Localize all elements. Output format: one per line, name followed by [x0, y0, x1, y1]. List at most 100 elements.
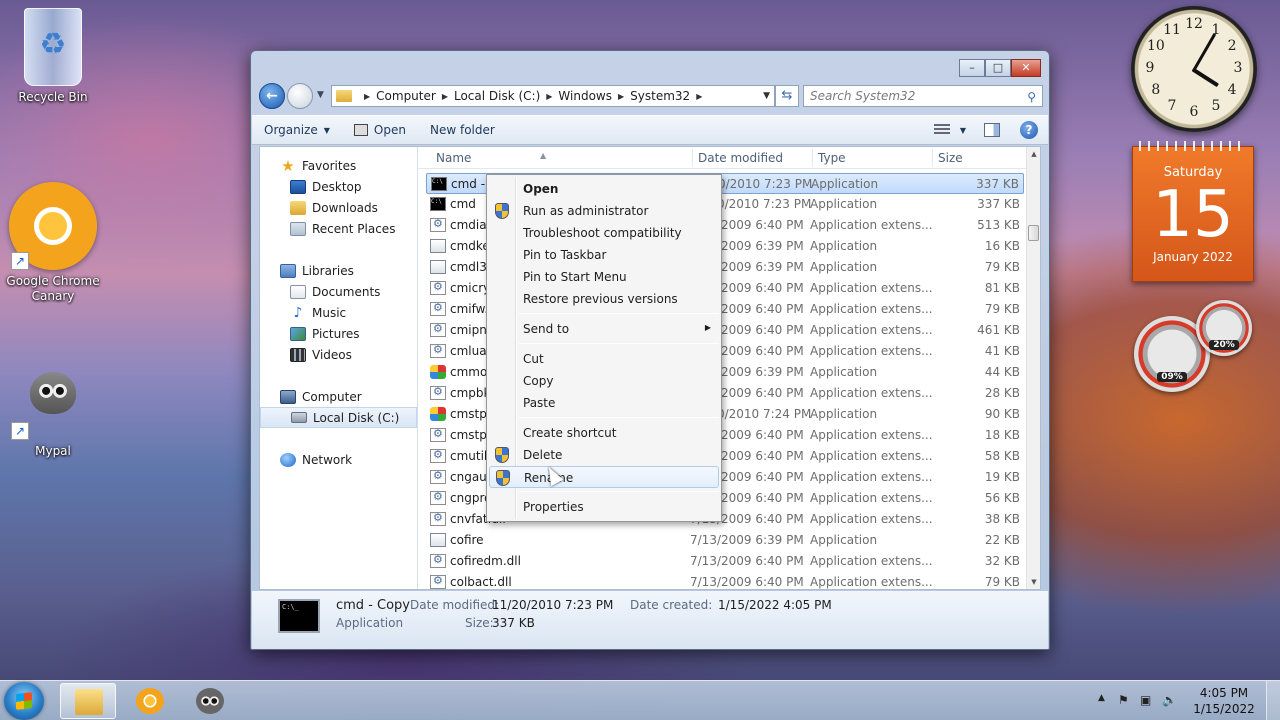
- file-type: Application: [810, 260, 878, 274]
- refresh-button[interactable]: ⇆: [775, 85, 799, 107]
- menu-item-cut[interactable]: Cut: [489, 348, 719, 370]
- menu-item-create-shortcut[interactable]: Create shortcut: [489, 422, 719, 444]
- desktop-icon-chrome-canary[interactable]: ↗ Google Chrome Canary: [5, 182, 101, 304]
- menu-item-properties[interactable]: Properties: [489, 496, 719, 518]
- menu-item-restore-previous-versions[interactable]: Restore previous versions: [489, 288, 719, 310]
- column-name[interactable]: Name: [436, 151, 471, 165]
- menu-item-open[interactable]: Open: [489, 178, 719, 200]
- close-button[interactable]: ✕: [1011, 59, 1041, 77]
- taskbar-chrome-canary-button[interactable]: [122, 683, 178, 719]
- file-date-modified: 7/13/2009 6:40 PM: [690, 575, 804, 589]
- recent-pages-dropdown[interactable]: ▼: [317, 90, 324, 100]
- nav-documents[interactable]: Documents: [260, 281, 417, 302]
- vertical-scrollbar[interactable]: ▲ ▼: [1026, 147, 1040, 589]
- breadcrumb-separator-icon[interactable]: ▶: [364, 92, 370, 101]
- breadcrumb-windows[interactable]: Windows: [558, 89, 612, 103]
- nav-videos[interactable]: Videos: [260, 344, 417, 365]
- nav-recent-places[interactable]: Recent Places: [260, 218, 417, 239]
- menu-item-copy[interactable]: Copy: [489, 370, 719, 392]
- dll-icon: [430, 322, 446, 337]
- column-headers: ▲ Name Date modified Type Size: [418, 147, 1026, 169]
- shortcut-arrow-icon: ↗: [11, 422, 29, 440]
- memory-meter-gadget[interactable]: 20%: [1196, 300, 1252, 356]
- back-button[interactable]: ←: [259, 83, 285, 109]
- nav-desktop[interactable]: Desktop: [260, 176, 417, 197]
- file-type: Application extens...: [810, 386, 933, 400]
- breadcrumb-local-disk[interactable]: Local Disk (C:): [454, 89, 540, 103]
- help-icon[interactable]: ?: [1020, 121, 1038, 139]
- action-center-flag-icon[interactable]: ⚑: [1118, 693, 1129, 707]
- organize-button[interactable]: Organize ▼: [252, 123, 342, 137]
- recent-places-icon: [290, 221, 306, 236]
- change-view-icon[interactable]: [933, 124, 950, 136]
- minimize-button[interactable]: –: [959, 59, 985, 77]
- menu-item-pin-to-start-menu[interactable]: Pin to Start Menu: [489, 266, 719, 288]
- clock-tray[interactable]: 4:05 PM 1/15/2022: [1192, 685, 1256, 717]
- search-input[interactable]: Search System32 ⚲: [803, 85, 1043, 107]
- breadcrumb-separator-icon[interactable]: ▶: [546, 92, 552, 101]
- file-row[interactable]: colbact.dll 7/13/2009 6:40 PM Application …: [426, 572, 1024, 593]
- column-size[interactable]: Size: [938, 151, 963, 165]
- file-type: Application: [810, 239, 878, 253]
- nav-local-disk[interactable]: Local Disk (C:): [260, 407, 417, 428]
- file-size: 38 KB: [984, 512, 1020, 526]
- details-date-modified: 11/20/2010 7:23 PM: [492, 598, 614, 612]
- nav-pictures[interactable]: Pictures: [260, 323, 417, 344]
- scroll-up-icon[interactable]: ▲: [1027, 147, 1041, 161]
- nav-label: Recent Places: [312, 221, 396, 236]
- file-type: Application: [810, 407, 878, 421]
- address-dropdown-icon[interactable]: ▼: [763, 91, 770, 101]
- menu-item-rename[interactable]: Rename: [489, 466, 719, 488]
- network-icon[interactable]: ▣: [1140, 693, 1151, 707]
- taskbar-explorer-button[interactable]: [60, 683, 116, 719]
- nav-network[interactable]: Network: [260, 449, 417, 470]
- volume-muted-icon[interactable]: 🔈: [1162, 693, 1177, 707]
- nav-libraries[interactable]: Libraries: [260, 260, 417, 281]
- clock-gadget[interactable]: 12 1 2 3 4 5 6 7 8 9 10 11: [1131, 6, 1257, 132]
- preview-pane-icon[interactable]: [984, 123, 1000, 137]
- calendar-rings: [1139, 141, 1247, 151]
- scrollbar-thumb[interactable]: [1028, 225, 1039, 241]
- calendar-gadget[interactable]: Saturday 15 January 2022: [1132, 141, 1254, 282]
- show-hidden-icons-icon[interactable]: ▲: [1098, 693, 1105, 703]
- desktop-icon-recycle-bin[interactable]: Recycle Bin: [5, 8, 101, 104]
- nav-music[interactable]: ♪ Music: [260, 302, 417, 323]
- menu-item-send-to[interactable]: Send to ▶: [489, 318, 719, 340]
- column-date-modified[interactable]: Date modified: [698, 151, 783, 165]
- breadcrumb-computer[interactable]: Computer: [376, 89, 436, 103]
- file-row[interactable]: cofire 7/13/2009 6:39 PM Application 22 KB: [426, 530, 1024, 551]
- chevron-down-icon[interactable]: ▼: [960, 126, 966, 135]
- menu-item-troubleshoot-compatibility[interactable]: Troubleshoot compatibility: [489, 222, 719, 244]
- taskbar-mypal-button[interactable]: [182, 683, 238, 719]
- breadcrumb-system32[interactable]: System32: [630, 89, 690, 103]
- nav-computer[interactable]: Computer: [260, 386, 417, 407]
- menu-item-pin-to-taskbar[interactable]: Pin to Taskbar: [489, 244, 719, 266]
- file-name: cofire: [450, 533, 484, 547]
- menu-item-label: Pin to Start Menu: [523, 270, 627, 284]
- open-button[interactable]: Open: [342, 123, 418, 137]
- file-size: 513 KB: [977, 218, 1020, 232]
- column-type[interactable]: Type: [818, 151, 846, 165]
- file-size: 337 KB: [976, 177, 1019, 191]
- new-folder-button[interactable]: New folder: [418, 123, 507, 137]
- nav-favorites[interactable]: ★ Favorites: [260, 155, 417, 176]
- menu-item-paste[interactable]: Paste: [489, 392, 719, 414]
- menu-item-run-as-administrator[interactable]: Run as administrator: [489, 200, 719, 222]
- breadcrumb-separator-icon[interactable]: ▶: [442, 92, 448, 101]
- address-bar[interactable]: ▶ Computer ▶ Local Disk (C:) ▶ Windows ▶…: [331, 85, 775, 107]
- breadcrumb-separator-icon[interactable]: ▶: [696, 92, 702, 101]
- color-icon: [430, 365, 446, 379]
- forward-button[interactable]: [287, 83, 313, 109]
- show-desktop-button[interactable]: [1266, 681, 1280, 720]
- search-icon[interactable]: ⚲: [1027, 87, 1036, 107]
- maximize-button[interactable]: □: [985, 59, 1011, 77]
- start-button[interactable]: [4, 682, 44, 720]
- file-size: 18 KB: [984, 428, 1020, 442]
- scroll-down-icon[interactable]: ▼: [1027, 575, 1041, 589]
- chevron-down-icon: ▼: [317, 90, 324, 100]
- file-row[interactable]: cofiredm.dll 7/13/2009 6:40 PM Application…: [426, 551, 1024, 572]
- nav-downloads[interactable]: Downloads: [260, 197, 417, 218]
- desktop-icon-mypal[interactable]: ↗ Mypal: [5, 372, 101, 458]
- menu-item-delete[interactable]: Delete: [489, 444, 719, 466]
- breadcrumb-separator-icon[interactable]: ▶: [618, 92, 624, 101]
